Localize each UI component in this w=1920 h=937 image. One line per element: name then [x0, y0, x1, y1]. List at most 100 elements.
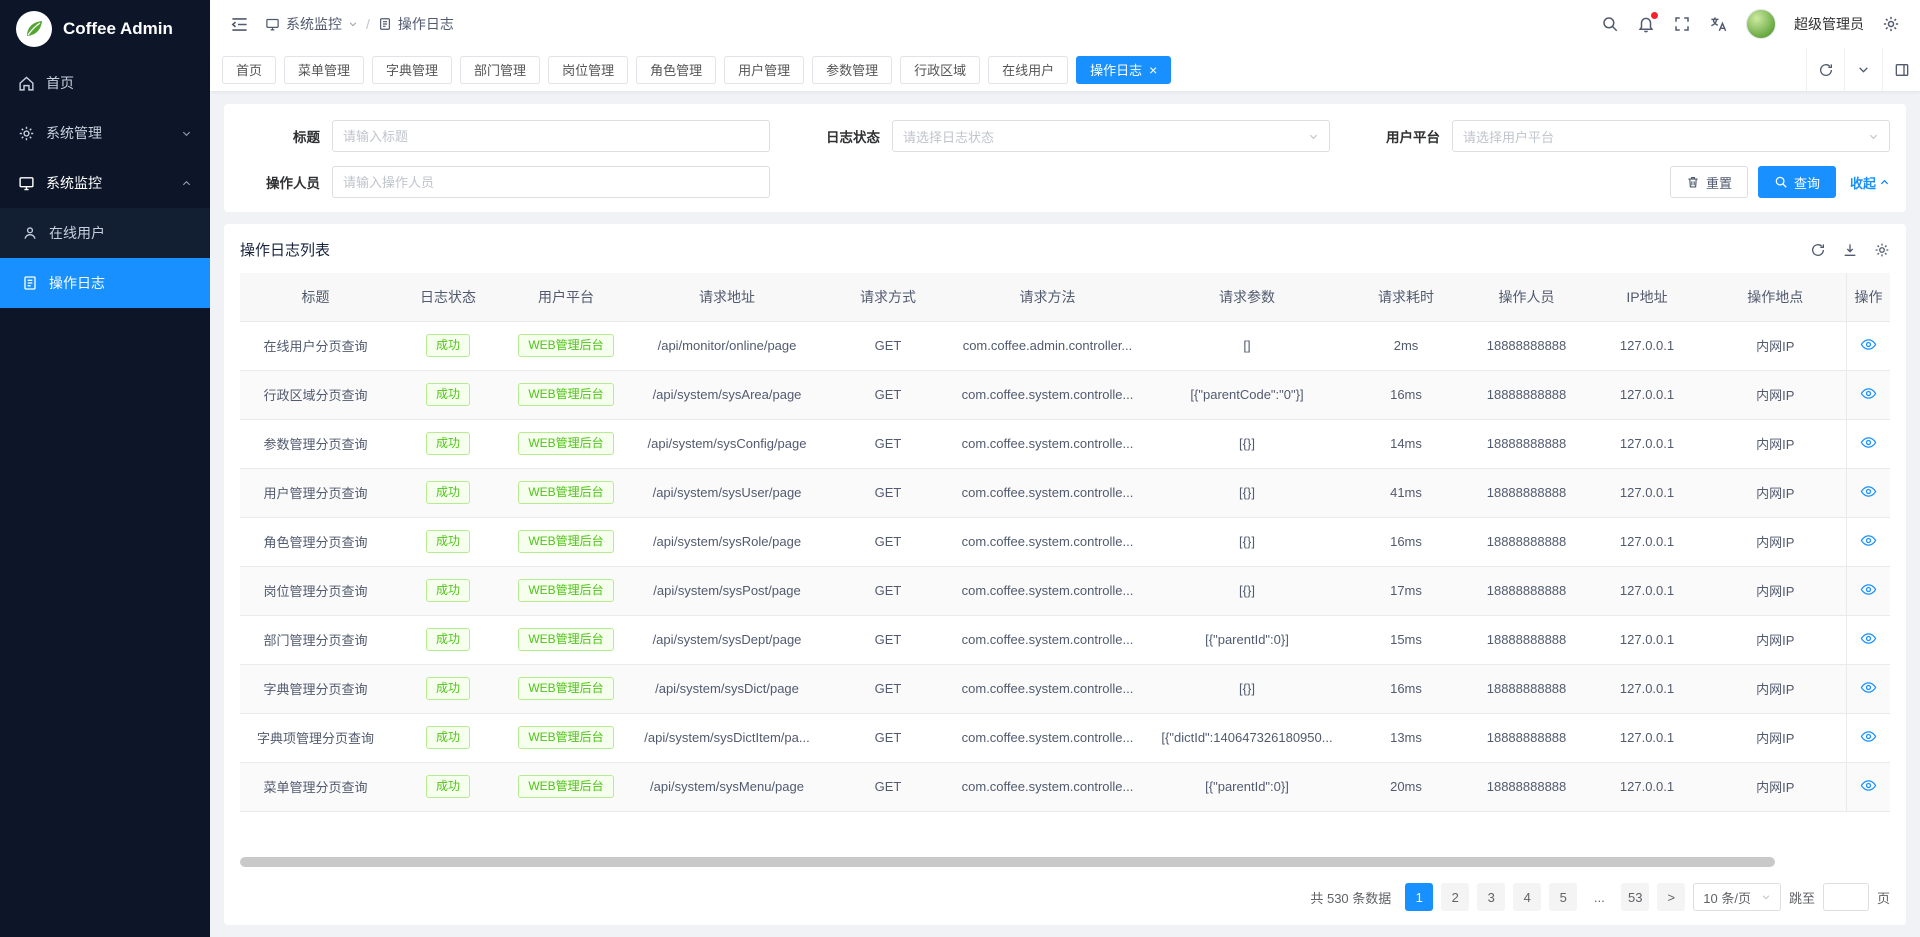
operator-label: 操作人员: [240, 172, 320, 192]
tab-list: 首页 菜单管理 字典管理 部门管理岗位管理 角色管理 用户管理参数管理行政区域 在线用户 操作…: [222, 56, 1171, 84]
title-input[interactable]: [332, 120, 770, 152]
tab-10[interactable]: 操作日志×: [1076, 56, 1171, 84]
user-platform-select[interactable]: 请选择用户平台: [1452, 120, 1890, 152]
next-page-button[interactable]: >: [1657, 883, 1685, 911]
cell-duration: 13ms: [1348, 713, 1464, 762]
cell-operator: 18888888888: [1464, 615, 1589, 664]
page-button-2[interactable]: 2: [1441, 883, 1469, 911]
search-button[interactable]: 查询: [1758, 166, 1836, 198]
view-detail-button[interactable]: [1860, 385, 1877, 402]
page-size-select[interactable]: 10 条/页: [1693, 883, 1781, 911]
cell-platform: WEB管理后台: [505, 419, 627, 468]
view-detail-button[interactable]: [1860, 728, 1877, 745]
sidebar-item-online-users[interactable]: 在线用户: [0, 208, 210, 258]
tab-1[interactable]: 菜单管理: [284, 56, 364, 84]
platform-badge: WEB管理后台: [518, 432, 613, 455]
platform-badge: WEB管理后台: [518, 677, 613, 700]
chevron-up-icon: [181, 178, 192, 189]
main-area: 系统监控 / 操作日志: [210, 0, 1920, 937]
tab-2[interactable]: 字典管理: [372, 56, 452, 84]
tab-3[interactable]: 部门管理: [460, 56, 540, 84]
page-button-5[interactable]: 5: [1549, 883, 1577, 911]
cell-params: [{}]: [1146, 566, 1348, 615]
operator-input[interactable]: [332, 166, 770, 198]
user-avatar[interactable]: [1746, 9, 1776, 39]
view-detail-button[interactable]: [1860, 581, 1877, 598]
search-icon[interactable]: [1601, 15, 1619, 33]
sidebar-item-home[interactable]: 首页: [0, 58, 210, 108]
sidebar-item-system-management[interactable]: 系统管理: [0, 108, 210, 158]
breadcrumb-section[interactable]: 系统监控: [265, 14, 358, 34]
horizontal-scrollbar-thumb[interactable]: [240, 857, 1775, 867]
cell-platform: WEB管理后台: [505, 468, 627, 517]
jump-page-input[interactable]: [1823, 883, 1869, 911]
table-row: 在线用户分页查询成功WEB管理后台/api/monitor/online/pag…: [240, 321, 1890, 370]
collapse-filters-link[interactable]: 收起: [1850, 173, 1890, 192]
translate-icon[interactable]: [1709, 15, 1728, 34]
sidebar-item-system-monitor[interactable]: 系统监控: [0, 158, 210, 208]
cell-ip: 127.0.0.1: [1589, 468, 1705, 517]
tab-0[interactable]: 首页: [222, 56, 276, 84]
sidebar-item-label: 首页: [46, 73, 74, 93]
tabs-refresh-icon[interactable]: [1806, 48, 1844, 91]
cell-operator: 18888888888: [1464, 517, 1589, 566]
tab-label: 角色管理: [650, 60, 702, 79]
status-badge: 成功: [426, 628, 470, 651]
cell-platform: WEB管理后台: [505, 615, 627, 664]
page-button-53[interactable]: 53: [1621, 883, 1649, 911]
tab-9[interactable]: 在线用户: [988, 56, 1068, 84]
page-list: 12345... 53: [1405, 883, 1649, 911]
view-detail-button[interactable]: [1860, 630, 1877, 647]
tab-label: 菜单管理: [298, 60, 350, 79]
cell-handler: com.coffee.system.controlle...: [949, 713, 1146, 762]
log-table-wrap: 标题日志状态用户平台请求地址请求方式请求方法请求参数请求耗时操作人员IP地址操作…: [240, 273, 1890, 812]
cell-title: 菜单管理分页查询: [240, 762, 391, 811]
username-label[interactable]: 超级管理员: [1794, 14, 1864, 34]
cell-actions: [1846, 419, 1890, 468]
column-settings-gear-icon[interactable]: [1874, 242, 1890, 258]
view-detail-button[interactable]: [1860, 777, 1877, 794]
tab-5[interactable]: 角色管理: [636, 56, 716, 84]
fullscreen-icon[interactable]: [1673, 15, 1691, 33]
cell-params: [{}]: [1146, 468, 1348, 517]
view-detail-button[interactable]: [1860, 434, 1877, 451]
filter-actions: 重置 查询 收起: [800, 166, 1890, 198]
view-detail-button[interactable]: [1860, 336, 1877, 353]
cell-status: 成功: [391, 762, 505, 811]
view-eye-icon: [1860, 777, 1877, 794]
cell-actions: [1846, 664, 1890, 713]
notification-bell-icon[interactable]: [1637, 15, 1655, 33]
tab-label: 在线用户: [1002, 60, 1054, 79]
cell-duration: 16ms: [1348, 517, 1464, 566]
sidebar-collapse-icon[interactable]: [230, 15, 249, 34]
export-download-icon[interactable]: [1842, 242, 1858, 258]
view-detail-button[interactable]: [1860, 532, 1877, 549]
tab-7[interactable]: 参数管理: [812, 56, 892, 84]
tab-8[interactable]: 行政区域: [900, 56, 980, 84]
view-eye-icon: [1860, 532, 1877, 549]
log-status-select[interactable]: 请选择日志状态: [892, 120, 1330, 152]
sidebar-item-operation-log[interactable]: 操作日志: [0, 258, 210, 308]
cell-platform: WEB管理后台: [505, 370, 627, 419]
column-header: 请求方法: [949, 273, 1146, 321]
tabs-dropdown-chevron-icon[interactable]: [1844, 48, 1882, 91]
tab-label: 字典管理: [386, 60, 438, 79]
page-ellipsis: ...: [1585, 883, 1613, 911]
settings-gear-icon[interactable]: [1882, 15, 1900, 33]
reset-button[interactable]: 重置: [1670, 166, 1748, 198]
table-refresh-icon[interactable]: [1810, 242, 1826, 258]
cell-duration: 20ms: [1348, 762, 1464, 811]
view-detail-button[interactable]: [1860, 679, 1877, 696]
tab-close-icon[interactable]: ×: [1149, 63, 1157, 77]
cell-handler: com.coffee.system.controlle...: [949, 566, 1146, 615]
layout-panel-icon[interactable]: [1882, 48, 1920, 91]
column-header: 请求参数: [1146, 273, 1348, 321]
view-detail-button[interactable]: [1860, 483, 1877, 500]
column-header: 操作地点: [1705, 273, 1846, 321]
tab-4[interactable]: 岗位管理: [548, 56, 628, 84]
page-button-4[interactable]: 4: [1513, 883, 1541, 911]
cell-url: /api/system/sysArea/page: [627, 370, 827, 419]
page-button-3[interactable]: 3: [1477, 883, 1505, 911]
page-button-1[interactable]: 1: [1405, 883, 1433, 911]
tab-6[interactable]: 用户管理: [724, 56, 804, 84]
